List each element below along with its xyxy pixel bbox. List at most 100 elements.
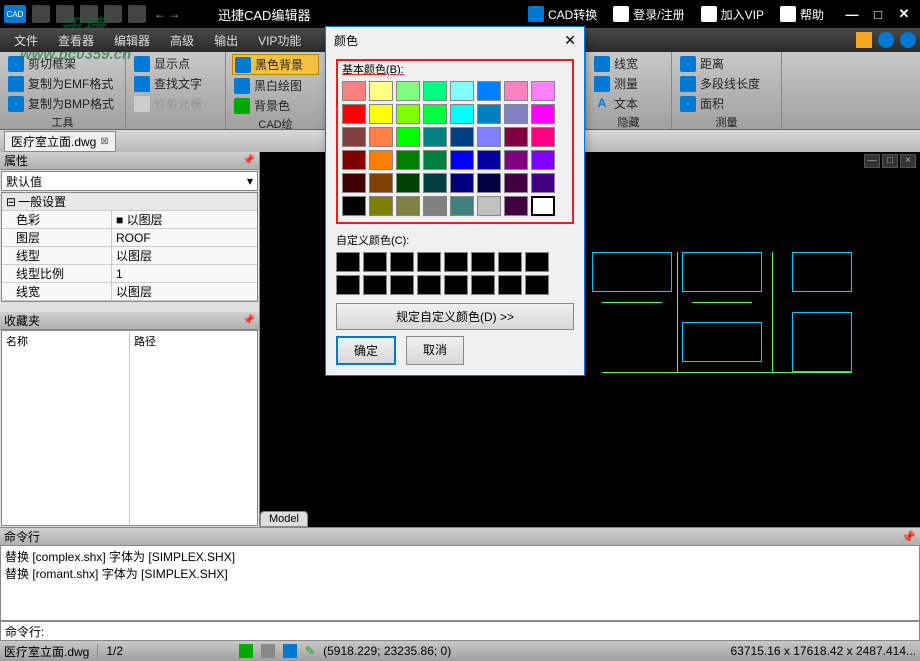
color-swatch[interactable]	[531, 81, 555, 101]
custom-swatch[interactable]	[390, 275, 414, 295]
model-tab[interactable]: Model	[260, 511, 308, 527]
color-swatch[interactable]	[450, 173, 474, 193]
pin-icon[interactable]: 📌	[243, 155, 255, 166]
custom-swatch[interactable]	[336, 275, 360, 295]
color-swatch[interactable]	[423, 196, 447, 216]
ok-button[interactable]: 确定	[336, 336, 396, 365]
feedback-icon[interactable]	[856, 32, 872, 48]
info-icon[interactable]	[878, 32, 894, 48]
help2-icon[interactable]	[900, 32, 916, 48]
bw-draw-button[interactable]: 黑白绘图	[232, 76, 319, 95]
canvas-close-icon[interactable]: ×	[900, 154, 916, 168]
distance-button[interactable]: 距离	[678, 54, 775, 73]
color-swatch[interactable]	[477, 81, 501, 101]
color-swatch[interactable]	[396, 81, 420, 101]
cancel-button[interactable]: 取消	[406, 336, 464, 365]
prop-row-scale[interactable]: 线型比例1	[2, 265, 257, 283]
menu-output[interactable]: 输出	[204, 29, 248, 52]
color-swatch[interactable]	[423, 173, 447, 193]
qat-open-icon[interactable]	[32, 5, 50, 23]
color-swatch[interactable]	[342, 173, 366, 193]
color-swatch[interactable]	[396, 127, 420, 147]
color-swatch[interactable]	[342, 81, 366, 101]
copy-bmp-button[interactable]: 复制为BMP格式	[6, 94, 119, 113]
menu-editor[interactable]: 编辑器	[104, 29, 160, 52]
color-swatch[interactable]	[369, 81, 393, 101]
custom-swatch[interactable]	[444, 252, 468, 272]
color-swatch[interactable]	[504, 196, 528, 216]
copy-emf-button[interactable]: 复制为EMF格式	[6, 74, 119, 93]
color-swatch[interactable]	[477, 196, 501, 216]
color-swatch[interactable]	[369, 127, 393, 147]
color-swatch[interactable]	[504, 127, 528, 147]
custom-swatch[interactable]	[417, 252, 441, 272]
qat-undo-icon[interactable]	[104, 5, 122, 23]
custom-swatch[interactable]	[525, 252, 549, 272]
area-button[interactable]: 面积	[678, 94, 775, 113]
color-swatch[interactable]	[477, 127, 501, 147]
custom-swatch[interactable]	[498, 275, 522, 295]
color-swatch[interactable]	[342, 150, 366, 170]
custom-swatch[interactable]	[471, 252, 495, 272]
pin-icon[interactable]: 📌	[901, 530, 916, 544]
color-swatch[interactable]	[423, 127, 447, 147]
dialog-close-icon[interactable]: ✕	[564, 32, 576, 49]
color-swatch[interactable]	[369, 173, 393, 193]
define-custom-button[interactable]: 规定自定义颜色(D) >>	[336, 303, 574, 330]
color-swatch[interactable]	[369, 104, 393, 124]
color-swatch[interactable]	[396, 104, 420, 124]
color-swatch[interactable]	[369, 196, 393, 216]
color-swatch[interactable]	[531, 104, 555, 124]
color-swatch[interactable]	[450, 81, 474, 101]
canvas-min-icon[interactable]: —	[864, 154, 880, 168]
color-swatch[interactable]	[504, 173, 528, 193]
color-swatch[interactable]	[504, 104, 528, 124]
custom-swatch[interactable]	[336, 252, 360, 272]
color-swatch[interactable]	[450, 104, 474, 124]
custom-swatch[interactable]	[363, 252, 387, 272]
qat-redo-icon[interactable]	[128, 5, 146, 23]
lineweight-button[interactable]: 线宽	[592, 54, 665, 73]
status-icon[interactable]: ✎	[305, 644, 315, 658]
color-swatch[interactable]	[423, 81, 447, 101]
custom-swatch[interactable]	[525, 275, 549, 295]
color-swatch[interactable]	[396, 173, 420, 193]
color-swatch[interactable]	[396, 196, 420, 216]
color-swatch[interactable]	[450, 127, 474, 147]
color-swatch[interactable]	[504, 81, 528, 101]
status-icon[interactable]	[283, 644, 297, 658]
favorites-list[interactable]: 名称 路径	[1, 330, 258, 526]
custom-swatch[interactable]	[471, 275, 495, 295]
help-button[interactable]: 帮助	[774, 4, 830, 25]
status-icon[interactable]	[239, 644, 253, 658]
color-swatch[interactable]	[531, 173, 555, 193]
menu-file[interactable]: 文件	[4, 29, 48, 52]
file-tab[interactable]: 医疗室立面.dwg ⊠	[4, 131, 116, 152]
color-swatch[interactable]	[531, 150, 555, 170]
prop-row-lineweight[interactable]: 线宽以图层	[2, 283, 257, 301]
color-swatch[interactable]	[531, 127, 555, 147]
color-swatch[interactable]	[423, 150, 447, 170]
custom-swatch[interactable]	[498, 252, 522, 272]
color-swatch[interactable]	[531, 196, 555, 216]
prop-row-linetype[interactable]: 线型以图层	[2, 247, 257, 265]
file-tab-close-icon[interactable]: ⊠	[100, 136, 108, 147]
polyline-len-button[interactable]: 多段线长度	[678, 74, 775, 93]
status-icon[interactable]	[261, 644, 275, 658]
color-swatch[interactable]	[504, 150, 528, 170]
color-swatch[interactable]	[450, 196, 474, 216]
vip-button[interactable]: 加入VIP	[695, 4, 770, 25]
color-swatch[interactable]	[423, 104, 447, 124]
custom-swatch[interactable]	[417, 275, 441, 295]
custom-swatch[interactable]	[363, 275, 387, 295]
find-text-button[interactable]: 查找文字	[132, 74, 219, 93]
color-swatch[interactable]	[342, 196, 366, 216]
custom-swatch[interactable]	[390, 252, 414, 272]
cmdline-output[interactable]: 替换 [complex.shx] 字体为 [SIMPLEX.SHX] 替换 [r…	[0, 545, 920, 621]
color-swatch[interactable]	[477, 104, 501, 124]
color-swatch[interactable]	[342, 104, 366, 124]
trim-raster-button[interactable]: 修剪光栅	[132, 94, 219, 113]
text-button[interactable]: A文本	[592, 94, 665, 113]
prop-row-color[interactable]: 色彩■ 以图层	[2, 211, 257, 229]
default-combo[interactable]: 默认值▾	[1, 171, 258, 191]
